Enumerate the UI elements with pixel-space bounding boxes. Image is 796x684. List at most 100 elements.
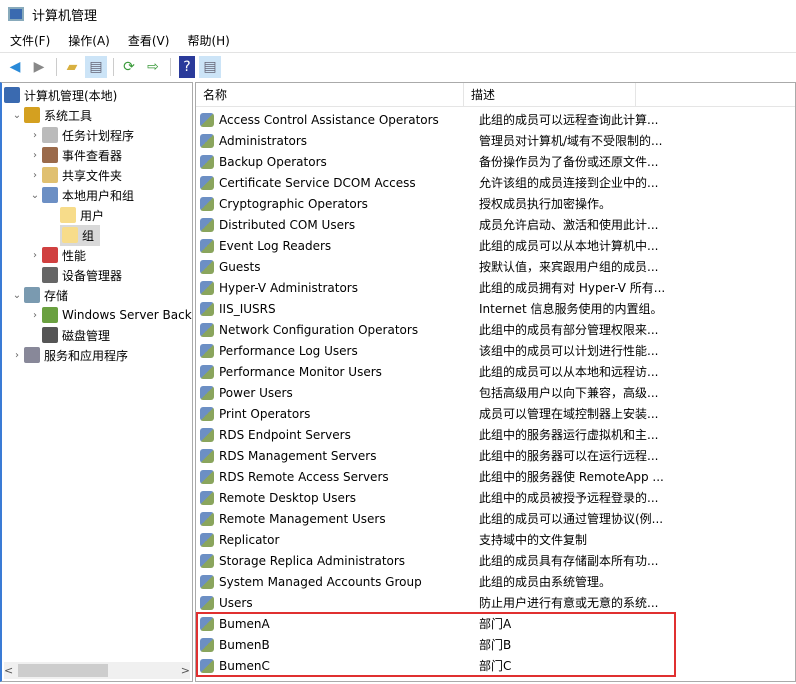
group-description: 此组的成员可以从本地计算机中...: [479, 239, 659, 253]
expander-icon[interactable]: ›: [28, 130, 42, 141]
expander-icon[interactable]: ›: [28, 310, 42, 321]
list-item[interactable]: RDS Remote Access Servers 此组中的服务器使 Remote…: [200, 466, 669, 487]
tree-item-label: 服务和应用程序: [44, 348, 129, 363]
horizontal-scrollbar[interactable]: < >: [4, 662, 190, 679]
tree-item[interactable]: › 任务计划程序: [28, 125, 134, 145]
column-header-name[interactable]: 名称: [196, 83, 464, 106]
scrollbar-thumb[interactable]: [18, 664, 108, 677]
export-icon[interactable]: ⇨: [142, 56, 164, 78]
menu-file[interactable]: 文件(F): [0, 32, 58, 49]
menu-help[interactable]: 帮助(H): [177, 32, 237, 49]
tree-item[interactable]: ⌄ 存储: [10, 285, 68, 305]
group-icon: [200, 217, 214, 232]
tree-item-label: 任务计划程序: [62, 128, 135, 143]
list-item[interactable]: Power Users 包括高级用户以向下兼容，高级...: [200, 382, 669, 403]
navigation-tree: 计算机管理(本地) ⌄ 系统工具 › 任务计划程序 › 事件查看器 › 共享文件夹 ⌄ 本地用户和组…: [0, 82, 193, 682]
group-description: 此组的成员由系统管理。: [479, 575, 612, 589]
scroll-right-icon[interactable]: >: [181, 664, 190, 677]
list-item[interactable]: Replicator 支持域中的文件复制: [200, 529, 669, 550]
group-name: Cryptographic Operators: [219, 196, 368, 211]
tree-item[interactable]: 计算机管理(本地): [4, 85, 117, 105]
list-item[interactable]: BumenB 部门B: [200, 634, 669, 655]
menu-view[interactable]: 查看(V): [118, 32, 178, 49]
group-description: 此组的成员具有存储副本所有功...: [479, 554, 659, 568]
list-item[interactable]: IIS_IUSRS Internet 信息服务使用的内置组。: [200, 298, 669, 319]
group-name: Guests: [219, 259, 261, 274]
group-description: 包括高级用户以向下兼容，高级...: [479, 386, 659, 400]
show-hide-tree-icon[interactable]: ▤: [85, 55, 107, 78]
list-item[interactable]: Print Operators 成员可以管理在域控制器上安装...: [200, 403, 669, 424]
tree-item[interactable]: 磁盘管理: [28, 325, 110, 345]
list-item[interactable]: Cryptographic Operators 授权成员执行加密操作。: [200, 193, 669, 214]
list-item[interactable]: BumenA 部门A: [200, 613, 669, 634]
group-description: 部门B: [479, 638, 512, 652]
list-item[interactable]: Administrators 管理员对计算机/域有不受限制的...: [200, 130, 669, 151]
list-item[interactable]: Remote Management Users 此组的成员可以通过管理协议(例..…: [200, 508, 669, 529]
group-name: Print Operators: [219, 406, 311, 421]
list-item[interactable]: Users 防止用户进行有意或无意的系统...: [200, 592, 669, 613]
list-item[interactable]: Hyper-V Administrators 此组的成员拥有对 Hyper-V 所…: [200, 277, 669, 298]
group-name: BumenB: [219, 637, 270, 652]
group-icon: [200, 658, 214, 673]
tree-node-icon: [42, 247, 58, 263]
back-icon[interactable]: ◀: [4, 56, 26, 78]
help-icon[interactable]: ?: [179, 55, 195, 78]
list-item[interactable]: Backup Operators 备份操作员为了备份或还原文件...: [200, 151, 669, 172]
tree-item[interactable]: › 性能: [28, 245, 86, 265]
title-bar: 计算机管理: [0, 0, 796, 28]
tree-item[interactable]: › 共享文件夹: [28, 165, 122, 185]
column-header-description[interactable]: 描述: [464, 83, 636, 106]
group-name: RDS Management Servers: [219, 448, 377, 463]
group-icon: [200, 385, 214, 400]
list-item[interactable]: RDS Management Servers 此组中的服务器可以在运行远程...: [200, 445, 669, 466]
group-name: RDS Endpoint Servers: [219, 427, 351, 442]
expander-icon[interactable]: ›: [28, 250, 42, 261]
list-item[interactable]: Remote Desktop Users 此组中的成员被授予远程登录的...: [200, 487, 669, 508]
list-item[interactable]: Storage Replica Administrators 此组的成员具有存储副…: [200, 550, 669, 571]
toolbar-divider: [113, 57, 114, 76]
tree-item[interactable]: 用户: [46, 205, 104, 225]
tree-item[interactable]: 设备管理器: [28, 265, 122, 285]
expander-icon[interactable]: ⌄: [10, 110, 24, 121]
group-icon: [200, 133, 214, 148]
menu-action[interactable]: 操作(A): [58, 32, 118, 49]
tree-item-label: 组: [82, 228, 95, 243]
tree-item[interactable]: 组: [46, 224, 101, 246]
up-folder-icon[interactable]: ▰: [61, 56, 83, 78]
group-description: 此组的成员可以从本地和远程访...: [479, 365, 659, 379]
list-item[interactable]: RDS Endpoint Servers 此组中的服务器运行虚拟机和主...: [200, 424, 669, 445]
tree-item[interactable]: › Windows Server Back: [28, 305, 192, 325]
expander-icon[interactable]: ⌄: [28, 190, 42, 201]
group-description: 防止用户进行有意或无意的系统...: [479, 596, 659, 610]
tree-item[interactable]: ⌄ 本地用户和组: [28, 185, 134, 205]
expander-icon[interactable]: ›: [28, 150, 42, 161]
expander-icon[interactable]: ⌄: [10, 290, 24, 301]
expander-icon[interactable]: ›: [10, 350, 24, 361]
group-icon: [200, 322, 214, 337]
group-description: 备份操作员为了备份或还原文件...: [479, 155, 659, 169]
list-item[interactable]: Guests 按默认值，来宾跟用户组的成员...: [200, 256, 669, 277]
expander-icon[interactable]: ›: [28, 170, 42, 181]
tree-item-label: 磁盘管理: [62, 328, 111, 343]
list-item[interactable]: Performance Monitor Users 此组的成员可以从本地和远程访.…: [200, 361, 669, 382]
group-description: Internet 信息服务使用的内置组。: [479, 302, 663, 316]
scroll-left-icon[interactable]: <: [4, 664, 13, 677]
tree-item[interactable]: ⌄ 系统工具: [10, 105, 92, 125]
list-item[interactable]: Certificate Service DCOM Access 允许该组的成员连接…: [200, 172, 669, 193]
show-hide-action-icon[interactable]: ▤: [199, 55, 221, 78]
list-item[interactable]: Network Configuration Operators 此组中的成员有部分…: [200, 319, 669, 340]
list-item[interactable]: Access Control Assistance Operators 此组的成员…: [200, 109, 669, 130]
forward-icon[interactable]: ▶: [28, 56, 50, 78]
list-item[interactable]: BumenC 部门C: [200, 655, 669, 676]
tree-item[interactable]: › 服务和应用程序: [10, 345, 128, 365]
list-item[interactable]: System Managed Accounts Group 此组的成员由系统管理。: [200, 571, 669, 592]
group-description: 此组中的服务器使 RemoteApp ...: [479, 470, 664, 484]
group-icon: [200, 427, 214, 442]
tree-item[interactable]: › 事件查看器: [28, 145, 122, 165]
group-icon: [200, 616, 214, 631]
list-item[interactable]: Performance Log Users 该组中的成员可以计划进行性能...: [200, 340, 669, 361]
list-item[interactable]: Event Log Readers 此组的成员可以从本地计算机中...: [200, 235, 669, 256]
refresh-icon[interactable]: ⟳: [118, 56, 140, 78]
list-item[interactable]: Distributed COM Users 成员允许启动、激活和使用此计...: [200, 214, 669, 235]
group-description: 允许该组的成员连接到企业中的...: [479, 176, 659, 190]
